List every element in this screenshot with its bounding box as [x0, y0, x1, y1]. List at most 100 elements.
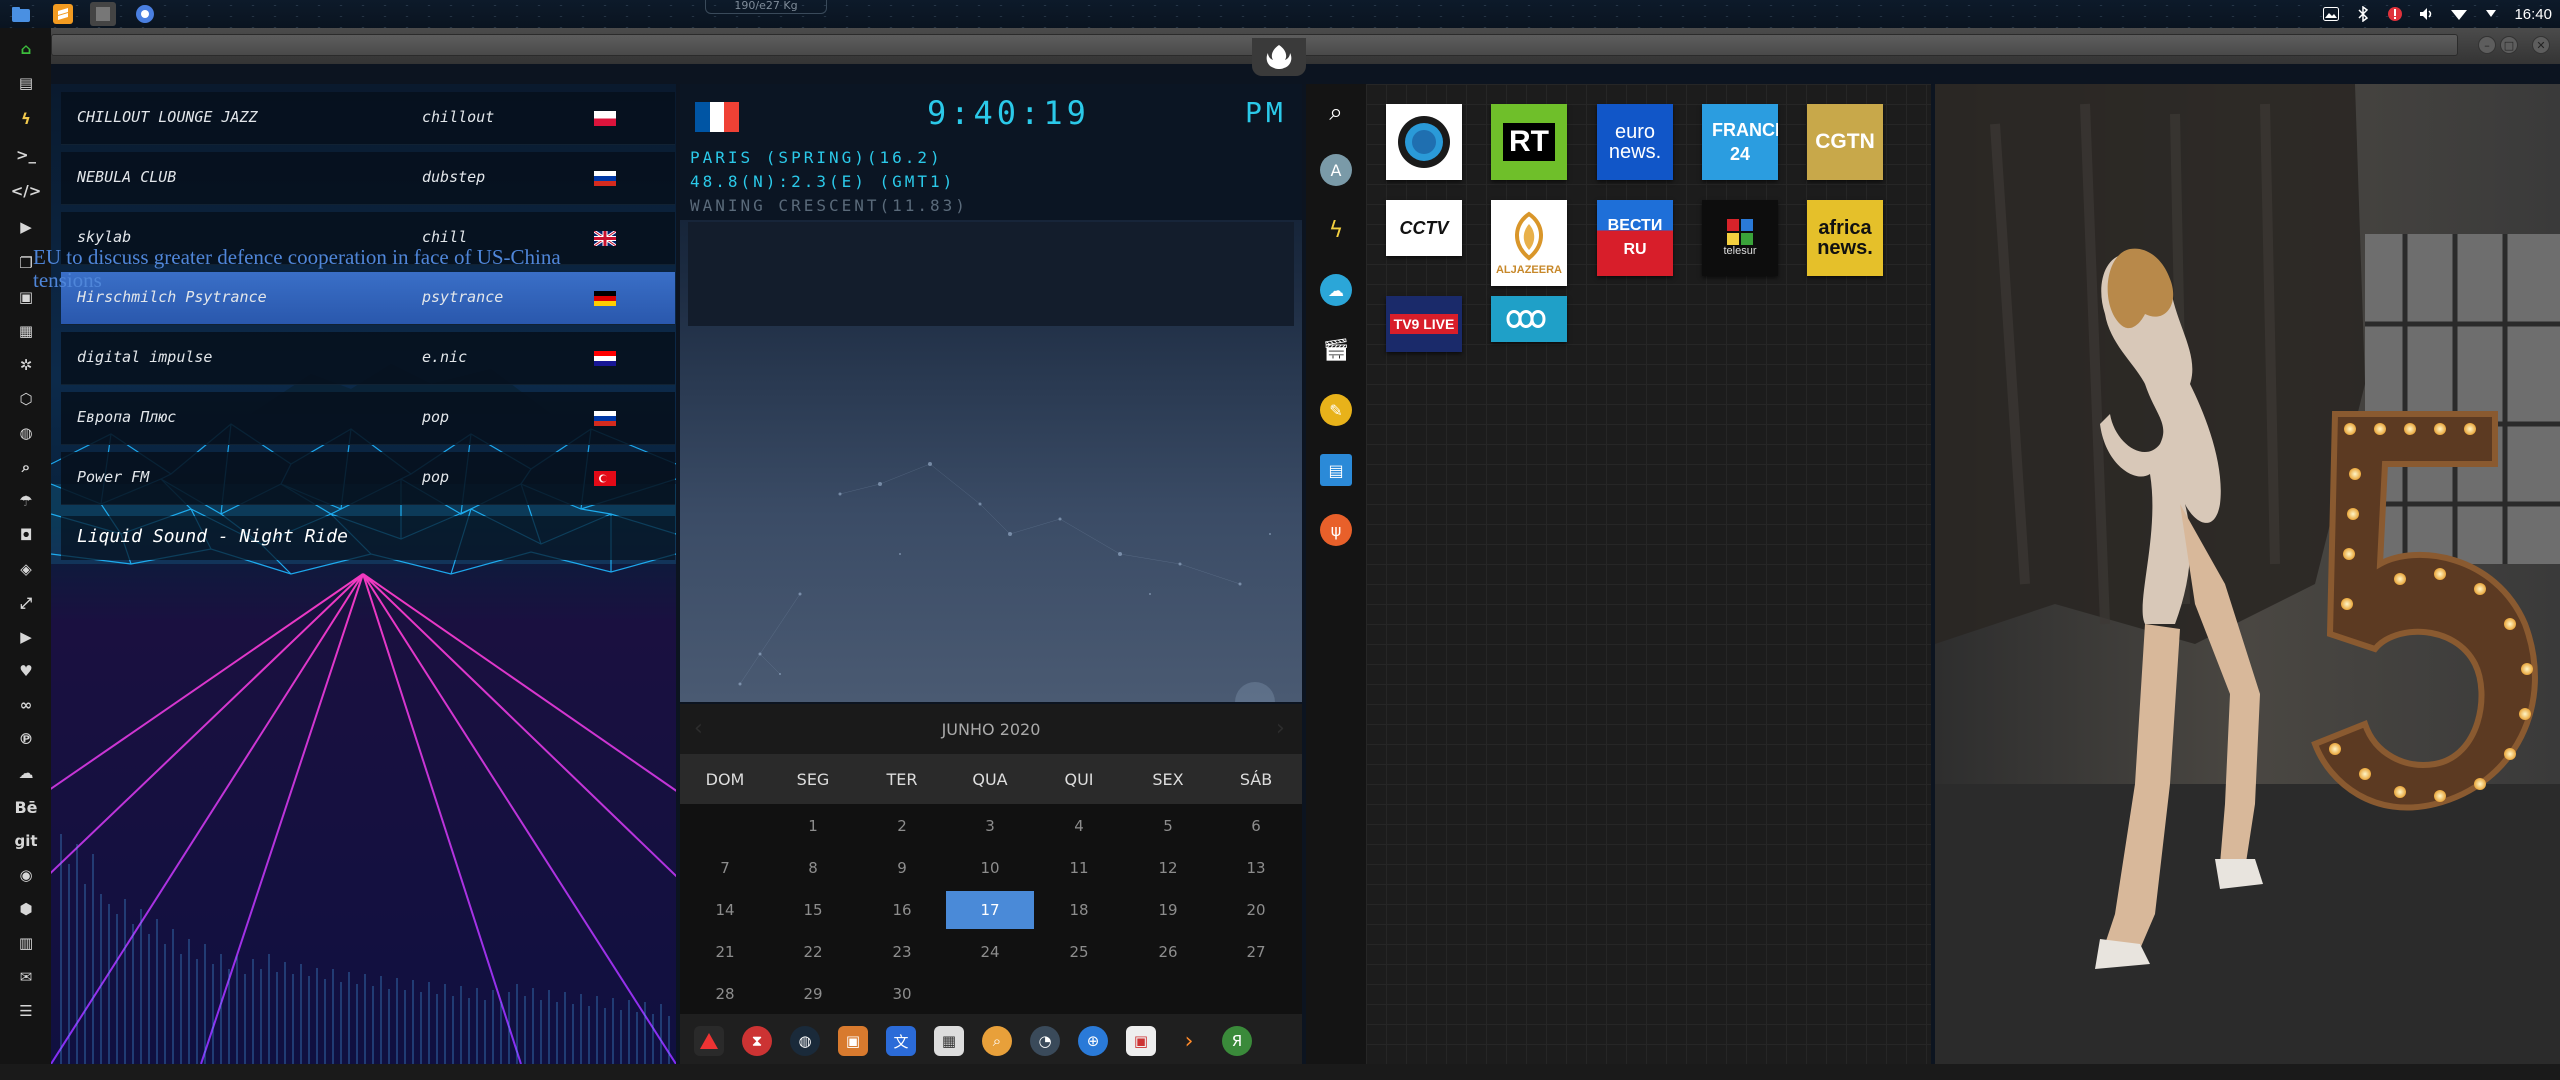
- git-icon[interactable]: git: [13, 828, 39, 854]
- africanews-logo[interactable]: africa news.: [1807, 200, 1883, 276]
- pen-app-icon[interactable]: ✎: [1320, 394, 1352, 426]
- calendar-day-today[interactable]: 17: [946, 891, 1034, 929]
- code-icon[interactable]: </>: [11, 178, 42, 204]
- minimize-button[interactable]: –: [2478, 36, 2496, 54]
- cubes-icon[interactable]: ⬢: [13, 896, 39, 922]
- map-icon[interactable]: ▥: [13, 930, 39, 956]
- rebel-alliance-icon[interactable]: [1252, 38, 1306, 76]
- terminal-arrow-icon[interactable]: ›: [1174, 1026, 1204, 1056]
- terminal-icon[interactable]: >_: [13, 142, 39, 168]
- files-icon[interactable]: [8, 2, 34, 26]
- yandex-icon[interactable]: Я: [1222, 1026, 1252, 1056]
- volume-icon[interactable]: [2418, 5, 2436, 23]
- hourglass-icon[interactable]: ⧗: [742, 1026, 772, 1056]
- calendar-day[interactable]: 27: [1226, 943, 1286, 961]
- browser-icon[interactable]: [132, 2, 158, 26]
- calendar-next-button[interactable]: ›: [1276, 716, 1285, 741]
- calendar-day[interactable]: 26: [1138, 943, 1198, 961]
- calendar-date-icon[interactable]: ▣: [1126, 1026, 1156, 1056]
- system-clock[interactable]: 16:40: [2514, 6, 2552, 23]
- clapperboard-icon[interactable]: 🎬︎: [1320, 334, 1352, 366]
- font-app-icon[interactable]: A: [1320, 154, 1352, 186]
- close-button[interactable]: ✕: [2532, 36, 2550, 54]
- behance-icon[interactable]: Bē: [13, 794, 39, 820]
- chart-app-icon[interactable]: ▤: [1320, 454, 1352, 486]
- station-row[interactable]: Европа Плюс pop: [61, 392, 675, 445]
- dropdown-icon[interactable]: [2482, 5, 2500, 23]
- calendar-day[interactable]: 30: [872, 985, 932, 1003]
- calendar-day[interactable]: 5: [1138, 817, 1198, 835]
- pinterest-icon[interactable]: ℗: [13, 726, 39, 752]
- euronews-logo[interactable]: euro news.: [1597, 104, 1673, 180]
- bluetooth-icon[interactable]: [2354, 5, 2372, 23]
- list-icon[interactable]: ☰: [13, 998, 39, 1024]
- image-viewer-icon[interactable]: ▣: [838, 1026, 868, 1056]
- france24-logo[interactable]: FRANCE 24: [1702, 104, 1778, 180]
- calendar-day[interactable]: 25: [1049, 943, 1109, 961]
- magnifier-app-icon[interactable]: ⌕: [982, 1026, 1012, 1056]
- abc-logo[interactable]: [1491, 296, 1567, 342]
- web-browser-icon[interactable]: ⊕: [1078, 1026, 1108, 1056]
- calendar-day[interactable]: 20: [1226, 901, 1286, 919]
- globe-icon[interactable]: ◍: [13, 420, 39, 446]
- image-tray-icon[interactable]: [2322, 5, 2340, 23]
- tag-icon[interactable]: ◈: [13, 556, 39, 582]
- cctv-logo[interactable]: CCTV: [1386, 200, 1462, 256]
- contact-icon[interactable]: ◘: [13, 522, 39, 548]
- lightning-icon[interactable]: ϟ: [13, 106, 39, 132]
- cloud-icon[interactable]: ☁: [13, 760, 39, 786]
- mail-icon[interactable]: ✉: [13, 964, 39, 990]
- station-row[interactable]: Power FM pop: [61, 452, 675, 505]
- expand-icon[interactable]: ⤢: [13, 590, 39, 616]
- umbrella-icon[interactable]: ☂: [13, 488, 39, 514]
- github-icon[interactable]: ◉: [13, 862, 39, 888]
- globe-app-icon[interactable]: ◍: [790, 1026, 820, 1056]
- food-app-icon[interactable]: ψ: [1320, 514, 1352, 546]
- calendar-day[interactable]: 16: [872, 901, 932, 919]
- cgtn-logo[interactable]: CGTN: [1807, 104, 1883, 180]
- station-row[interactable]: NEBULA CLUB dubstep: [61, 152, 675, 205]
- alert-tray-icon[interactable]: [2386, 5, 2404, 23]
- calendar-day[interactable]: 14: [695, 901, 755, 919]
- calendar-day[interactable]: 19: [1138, 901, 1198, 919]
- calendar-day[interactable]: 4: [1049, 817, 1109, 835]
- calendar-day[interactable]: 22: [783, 943, 843, 961]
- translate-icon[interactable]: 文: [886, 1026, 916, 1056]
- aljazeera-logo[interactable]: ALJAZEERA: [1491, 200, 1567, 286]
- station-row[interactable]: CHILLOUT LOUNGE JAZZ chillout: [61, 92, 675, 145]
- window-icon[interactable]: [90, 2, 116, 26]
- calendar-day[interactable]: 29: [783, 985, 843, 1003]
- calendar-app-icon[interactable]: ▦: [934, 1026, 964, 1056]
- calendar-day[interactable]: 18: [1049, 901, 1109, 919]
- maximize-button[interactable]: □: [2500, 36, 2518, 54]
- calendar-day[interactable]: 3: [960, 817, 1020, 835]
- station-row[interactable]: digital impulse e.nic: [61, 332, 675, 385]
- calendar-day[interactable]: 1: [783, 817, 843, 835]
- wifi-icon[interactable]: [2450, 5, 2468, 23]
- calendar-day[interactable]: 9: [872, 859, 932, 877]
- calendar-day[interactable]: 11: [1049, 859, 1109, 877]
- document-icon[interactable]: ▤: [13, 70, 39, 96]
- telesur-logo[interactable]: telesur: [1702, 200, 1778, 276]
- calendar-day[interactable]: 2: [872, 817, 932, 835]
- cloud-upload-icon[interactable]: ☁: [1320, 274, 1352, 306]
- arch-icon[interactable]: [694, 1026, 724, 1056]
- calendar-day[interactable]: 13: [1226, 859, 1286, 877]
- tv9-logo[interactable]: TV9 LIVE: [1386, 296, 1462, 352]
- hexagon-icon[interactable]: ⬡: [13, 386, 39, 412]
- clock-app-icon[interactable]: ◔: [1030, 1026, 1060, 1056]
- search-icon[interactable]: ⌕: [13, 454, 39, 480]
- aperture-icon[interactable]: ✲: [13, 352, 39, 378]
- infinity-icon[interactable]: ∞: [13, 692, 39, 718]
- calendar-day[interactable]: 7: [695, 859, 755, 877]
- pikachu-icon[interactable]: ϟ: [1320, 214, 1352, 246]
- heart-icon[interactable]: ♥: [13, 658, 39, 684]
- calendar-day[interactable]: 10: [960, 859, 1020, 877]
- play-icon[interactable]: ▶: [13, 214, 39, 240]
- news-headline-link[interactable]: EU to discuss greater defence cooperatio…: [33, 246, 593, 292]
- calendar-day[interactable]: 8: [783, 859, 843, 877]
- calendar-day[interactable]: 15: [783, 901, 843, 919]
- vesti-ru-logo[interactable]: ВЕСТИ RU: [1597, 200, 1673, 276]
- home-icon[interactable]: ⌂: [13, 36, 39, 62]
- youtube-icon[interactable]: ▶: [13, 624, 39, 650]
